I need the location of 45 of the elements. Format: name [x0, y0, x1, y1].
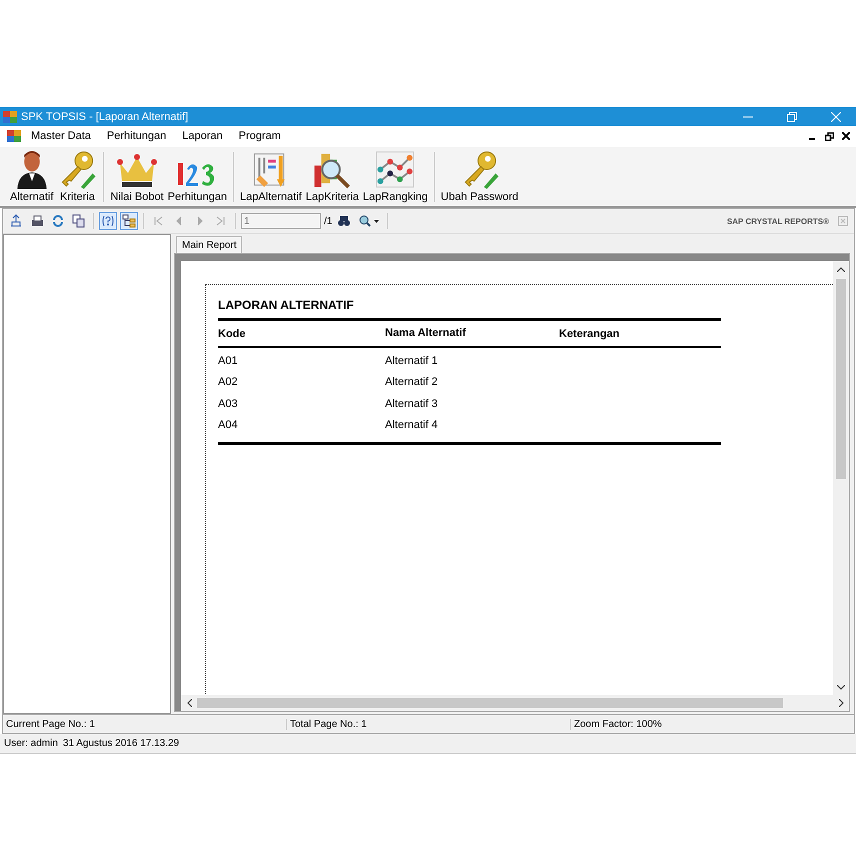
- menu-item[interactable]: Laporan: [176, 128, 229, 144]
- date-time: 31 Agustus 2016 17.13.29: [62, 738, 180, 749]
- status-text: Current Page No.: 1: [5, 718, 96, 730]
- table-cell-text: Alternatif 1: [385, 354, 439, 367]
- column-header: Nama Alternatif: [385, 326, 467, 339]
- table-cell-text: A01: [218, 354, 239, 367]
- status-text: Total Page No.: 1: [286, 718, 570, 730]
- report-tab[interactable]: Main Report: [176, 236, 242, 253]
- table-cell-text: A03: [218, 398, 239, 410]
- table-cell-text: Alternatif 2: [385, 376, 439, 388]
- menu-item[interactable]: Program: [232, 128, 287, 144]
- restore-icon[interactable]: [825, 132, 834, 140]
- user-label: User: admin: [4, 738, 58, 749]
- toolbar-button[interactable]: Alternatif: [8, 150, 56, 206]
- table-cell-text: A02: [218, 376, 239, 388]
- brand-label: SAP CRYSTAL REPORTS®: [726, 216, 829, 226]
- toolbar-button[interactable]: Perhitungan: [166, 150, 229, 206]
- close-icon[interactable]: [842, 132, 850, 140]
- toolbar-button[interactable]: LapAlternatif: [238, 150, 304, 206]
- column-header: Kode: [218, 328, 246, 340]
- report-title: LAPORAN ALTERNATIF: [218, 298, 355, 314]
- table-cell-text: Alternatif 3: [385, 398, 439, 410]
- scrollbar-thumb[interactable]: [836, 279, 846, 479]
- toolbar-button[interactable]: Nilai Bobot: [108, 150, 166, 206]
- page-total: /1: [324, 216, 332, 226]
- app-icon: [7, 130, 21, 142]
- toolbar-button[interactable]: LapRangking: [360, 150, 430, 206]
- page-number-field[interactable]: 1: [241, 213, 321, 229]
- line-chart-icon: [374, 150, 416, 189]
- toolbar-button[interactable]: Ubah Password: [438, 150, 520, 206]
- table-cell-text: Alternatif 4: [385, 419, 439, 432]
- toolbar-button[interactable]: Kriteria: [55, 150, 100, 206]
- toolbar-button[interactable]: LapKriteria: [304, 150, 361, 206]
- group-tree-icon[interactable]: [120, 212, 138, 230]
- menu-item[interactable]: Master Data: [25, 128, 97, 144]
- column-header: Keterangan: [559, 328, 621, 340]
- help-icon[interactable]: [99, 212, 117, 230]
- person-icon: [14, 150, 49, 189]
- table-cell-text: A04: [218, 419, 239, 432]
- status-text: Zoom Factor: 100%: [570, 718, 854, 730]
- menu-item[interactable]: Perhitungan: [100, 128, 172, 144]
- window-title: SPK TOPSIS - [Laporan Alternatif]: [21, 110, 190, 122]
- app-icon: [3, 110, 17, 122]
- scrollbar-thumb[interactable]: [197, 698, 783, 708]
- crown-icon: [116, 153, 158, 189]
